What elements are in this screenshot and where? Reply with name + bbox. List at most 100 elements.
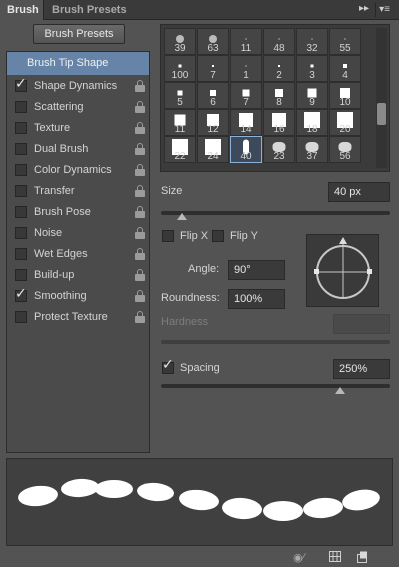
tab-brush[interactable]: Brush bbox=[0, 0, 44, 20]
tab-bar-icons: ▸▸ ▾≡ bbox=[359, 3, 393, 17]
brush-tip-cell[interactable]: 55 bbox=[329, 28, 361, 55]
checkbox[interactable] bbox=[15, 206, 27, 218]
spacing-label: Spacing bbox=[180, 362, 220, 374]
lock-icon[interactable] bbox=[135, 101, 145, 113]
lock-icon[interactable] bbox=[135, 269, 145, 281]
checkbox[interactable] bbox=[15, 164, 27, 176]
stroke-dab bbox=[17, 483, 59, 509]
brush-presets-button[interactable]: Brush Presets bbox=[33, 24, 125, 44]
brush-tip-cell[interactable]: 20 bbox=[329, 109, 361, 136]
brush-tip-cell[interactable]: 1 bbox=[230, 55, 262, 82]
list-item-shape-dynamics[interactable]: ✓ Shape Dynamics bbox=[7, 75, 149, 97]
brush-tip-size-label: 37 bbox=[306, 151, 318, 162]
item-label: Color Dynamics bbox=[34, 164, 112, 176]
brush-tip-cell[interactable]: 12 bbox=[197, 109, 229, 136]
flip-x-checkbox[interactable] bbox=[162, 230, 174, 242]
brush-tip-cell[interactable]: 11 bbox=[164, 109, 196, 136]
checkbox[interactable] bbox=[15, 122, 27, 134]
list-item-noise[interactable]: Noise bbox=[7, 223, 149, 244]
brush-tip-cell[interactable]: 18 bbox=[296, 109, 328, 136]
item-label: Build-up bbox=[34, 269, 75, 281]
checkbox[interactable] bbox=[15, 311, 27, 323]
brush-tip-cell[interactable]: 24 bbox=[197, 136, 229, 163]
angle-roundness-widget[interactable] bbox=[306, 234, 379, 307]
checkbox[interactable] bbox=[15, 185, 27, 197]
lock-icon[interactable] bbox=[135, 248, 145, 260]
lock-icon[interactable] bbox=[135, 206, 145, 218]
brush-tip-size-label: 1 bbox=[243, 70, 249, 81]
brush-tip-cell[interactable]: 63 bbox=[197, 28, 229, 55]
brush-tip-cell[interactable]: 22 bbox=[164, 136, 196, 163]
lock-icon[interactable] bbox=[135, 311, 145, 323]
stroke-dab bbox=[178, 487, 220, 513]
list-item-brush-pose[interactable]: Brush Pose bbox=[7, 202, 149, 223]
brush-tip-cell[interactable]: 32 bbox=[296, 28, 328, 55]
brush-tip-shape-item[interactable]: Brush Tip Shape bbox=[7, 52, 149, 75]
brush-tip-grid: 39 63 11 48 32 55 100 7 1 2 3 4 5 6 7 8 9 10 11 12 14 16 18 20 2… bbox=[160, 24, 390, 172]
list-item-scattering[interactable]: Scattering bbox=[7, 97, 149, 118]
size-field[interactable]: 40 px bbox=[328, 182, 390, 202]
brush-tip-cell[interactable]: 39 bbox=[164, 28, 196, 55]
checkbox[interactable] bbox=[15, 248, 27, 260]
stroke-dab bbox=[263, 501, 303, 521]
brush-tip-cell[interactable]: 10 bbox=[329, 82, 361, 109]
brush-tip-shape bbox=[245, 65, 247, 67]
brush-tip-cell[interactable]: 6 bbox=[197, 82, 229, 109]
brush-tip-cell[interactable]: 37 bbox=[296, 136, 328, 163]
toggle-live-tip-preview-icon[interactable]: ◉⁄ bbox=[293, 551, 304, 564]
brush-tip-cell[interactable]: 56 bbox=[329, 136, 361, 163]
checkbox[interactable] bbox=[15, 269, 27, 281]
brush-tip-cell[interactable]: 16 bbox=[263, 109, 295, 136]
lock-icon[interactable] bbox=[135, 80, 145, 92]
brush-tip-cell[interactable]: 7 bbox=[197, 55, 229, 82]
angle-field[interactable]: 90° bbox=[228, 260, 285, 280]
brush-tip-cell[interactable]: 40 bbox=[230, 136, 262, 163]
lock-icon[interactable] bbox=[135, 164, 145, 176]
lock-icon[interactable] bbox=[135, 122, 145, 134]
size-slider[interactable] bbox=[161, 211, 390, 215]
spacing-field[interactable]: 250% bbox=[333, 359, 390, 379]
double-arrow-icon[interactable]: ▸▸ bbox=[359, 3, 369, 17]
spacing-slider-thumb[interactable] bbox=[334, 387, 345, 394]
brush-tip-cell[interactable]: 2 bbox=[263, 55, 295, 82]
brush-tip-size-label: 11 bbox=[240, 43, 252, 54]
brush-tip-shape bbox=[343, 64, 347, 68]
list-item-protect-texture[interactable]: Protect Texture bbox=[7, 307, 149, 328]
list-item-build-up[interactable]: Build-up bbox=[7, 265, 149, 286]
brush-tip-cell[interactable]: 8 bbox=[263, 82, 295, 109]
brush-tip-cell[interactable]: 48 bbox=[263, 28, 295, 55]
tab-brush-presets[interactable]: Brush Presets bbox=[52, 0, 127, 20]
scrollbar-thumb[interactable] bbox=[377, 103, 386, 125]
checkbox[interactable] bbox=[15, 143, 27, 155]
size-slider-thumb[interactable] bbox=[176, 213, 187, 220]
list-item-dual-brush[interactable]: Dual Brush bbox=[7, 139, 149, 160]
panel-menu-icon[interactable]: ▾≡ bbox=[375, 3, 393, 17]
brush-tip-cell[interactable]: 7 bbox=[230, 82, 262, 109]
checkbox[interactable] bbox=[15, 101, 27, 113]
roundness-field[interactable]: 100% bbox=[228, 289, 285, 309]
spacing-slider[interactable] bbox=[161, 384, 390, 388]
lock-icon[interactable] bbox=[135, 143, 145, 155]
brush-grid-icon[interactable] bbox=[329, 551, 341, 565]
create-new-brush-icon[interactable] bbox=[356, 551, 368, 566]
lock-icon[interactable] bbox=[135, 227, 145, 239]
list-item-wet-edges[interactable]: Wet Edges bbox=[7, 244, 149, 265]
list-item-transfer[interactable]: Transfer bbox=[7, 181, 149, 202]
lock-icon[interactable] bbox=[135, 290, 145, 302]
brush-tip-cell[interactable]: 23 bbox=[263, 136, 295, 163]
brush-tip-cell[interactable]: 3 bbox=[296, 55, 328, 82]
lock-icon[interactable] bbox=[135, 185, 145, 197]
checkbox[interactable] bbox=[15, 227, 27, 239]
brush-tip-cell[interactable]: 4 bbox=[329, 55, 361, 82]
grid-scrollbar[interactable] bbox=[376, 28, 387, 168]
list-item-smoothing[interactable]: ✓ Smoothing bbox=[7, 285, 149, 307]
brush-tip-size-label: 32 bbox=[306, 43, 318, 54]
list-item-texture[interactable]: Texture bbox=[7, 118, 149, 139]
flip-y-checkbox[interactable] bbox=[212, 230, 224, 242]
brush-tip-cell[interactable]: 9 bbox=[296, 82, 328, 109]
brush-tip-cell[interactable]: 5 bbox=[164, 82, 196, 109]
list-item-color-dynamics[interactable]: Color Dynamics bbox=[7, 160, 149, 181]
brush-tip-cell[interactable]: 14 bbox=[230, 109, 262, 136]
brush-tip-cell[interactable]: 100 bbox=[164, 55, 196, 82]
brush-tip-cell[interactable]: 11 bbox=[230, 28, 262, 55]
